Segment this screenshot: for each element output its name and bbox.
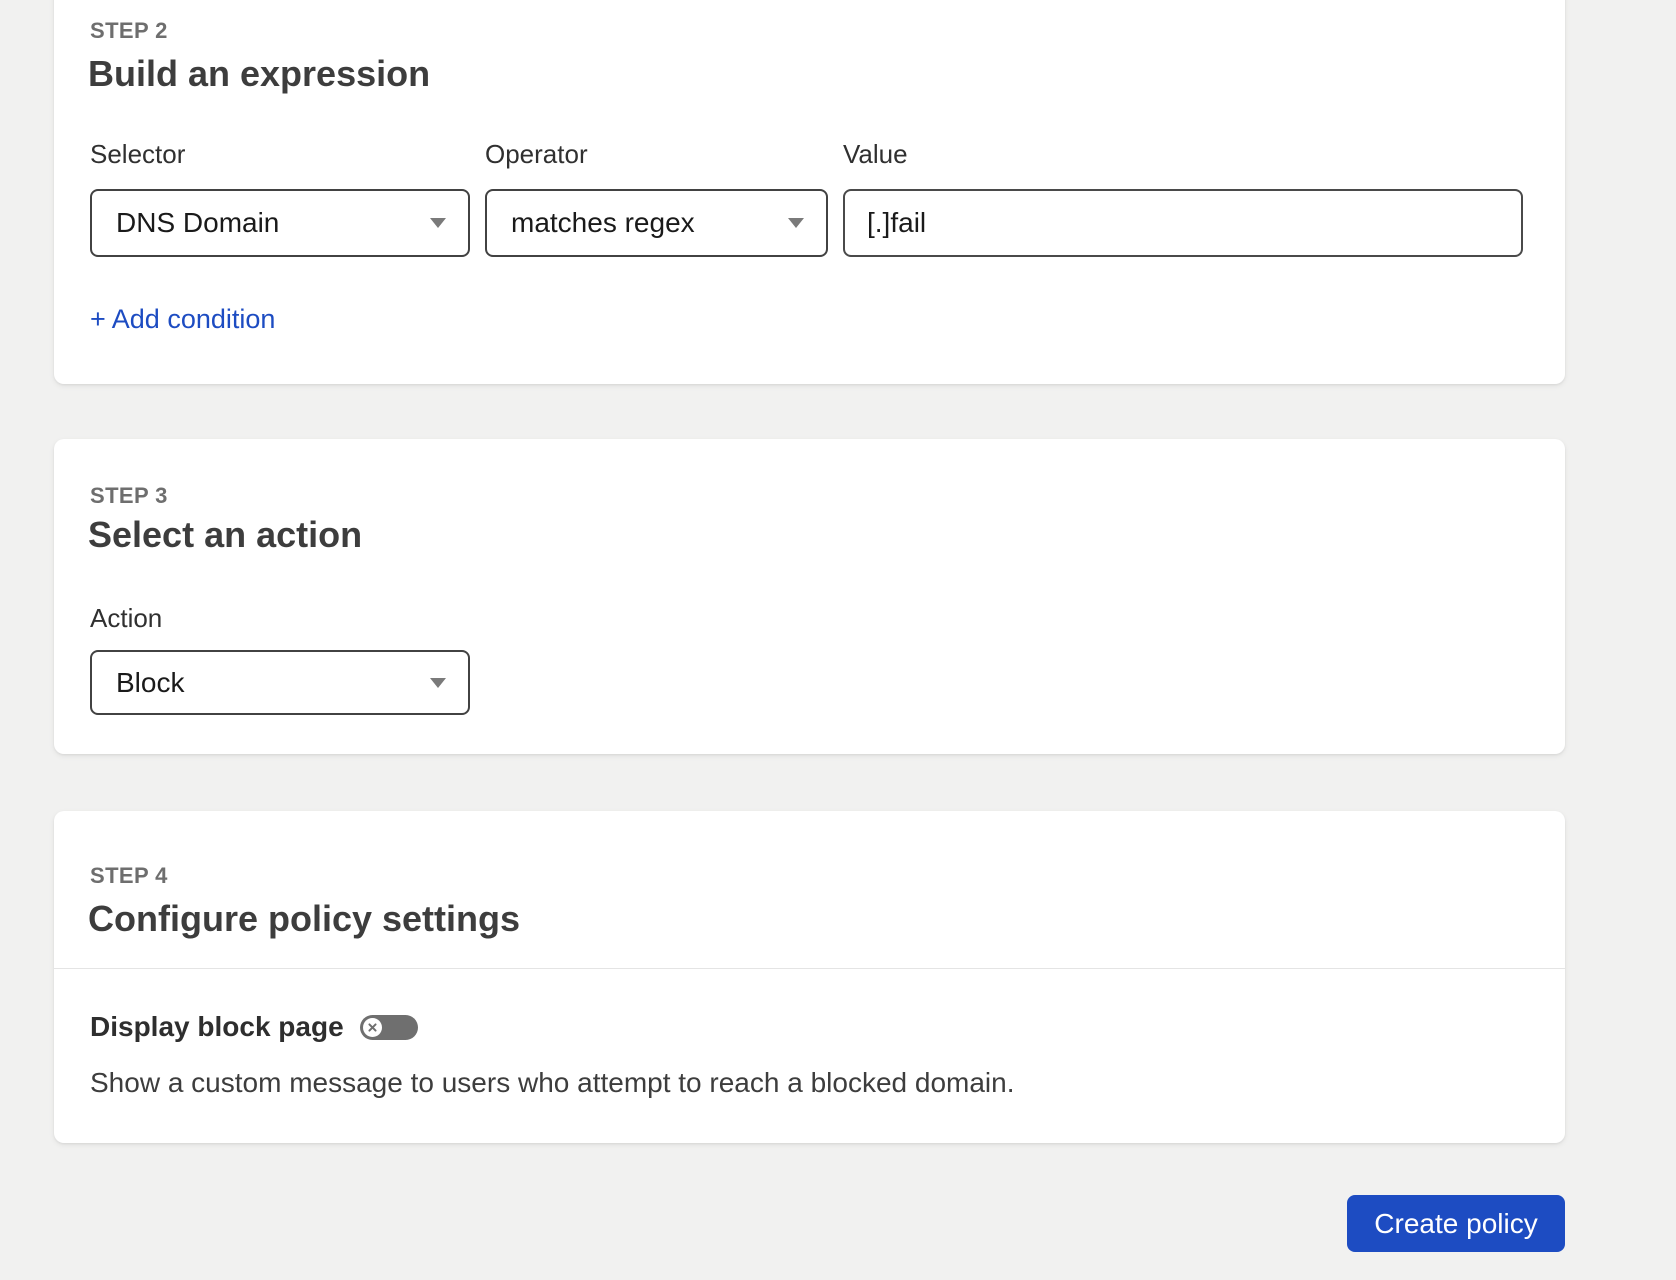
action-dropdown[interactable]: Block [90, 650, 470, 715]
display-block-page-label: Display block page [90, 1011, 344, 1042]
selector-field-label: Selector [90, 139, 186, 169]
step-4-title: Configure policy settings [88, 898, 521, 939]
operator-field-label: Operator [485, 139, 588, 169]
step-2-card: STEP 2 Build an expression Selector Oper… [54, 0, 1565, 384]
step-2-label: STEP 2 [90, 18, 168, 43]
step-3-label: STEP 3 [90, 483, 168, 508]
operator-dropdown[interactable]: matches regex [485, 189, 828, 257]
selector-dropdown-value: DNS Domain [116, 207, 280, 238]
step-3-card: STEP 3 Select an action Action Block [54, 439, 1565, 754]
display-block-page-toggle[interactable] [359, 1014, 418, 1040]
action-dropdown-value: Block [116, 666, 185, 698]
step-2-title: Build an expression [88, 53, 431, 94]
step-3-title: Select an action [88, 514, 363, 555]
chevron-down-icon [430, 218, 446, 228]
step-4-card: STEP 4 Configure policy settings Display… [54, 811, 1565, 1143]
value-input[interactable] [843, 189, 1523, 257]
toggle-knob [362, 1017, 382, 1037]
operator-dropdown-value: matches regex [511, 207, 695, 238]
create-policy-button[interactable]: Create policy [1347, 1195, 1565, 1252]
value-field-label: Value [843, 139, 908, 169]
display-block-page-row: Display block page [90, 1011, 418, 1043]
display-block-page-description: Show a custom message to users who attem… [90, 1067, 1015, 1098]
action-field-label: Action [90, 603, 163, 633]
selector-dropdown[interactable]: DNS Domain [90, 189, 470, 257]
x-circle-icon [368, 1022, 377, 1032]
chevron-down-icon [788, 218, 804, 228]
policy-builder-page: STEP 2 Build an expression Selector Oper… [0, 0, 1676, 1280]
step-4-label: STEP 4 [90, 863, 168, 888]
card-divider [54, 968, 1565, 969]
add-condition-link[interactable]: + Add condition [90, 302, 275, 336]
chevron-down-icon [430, 677, 446, 688]
